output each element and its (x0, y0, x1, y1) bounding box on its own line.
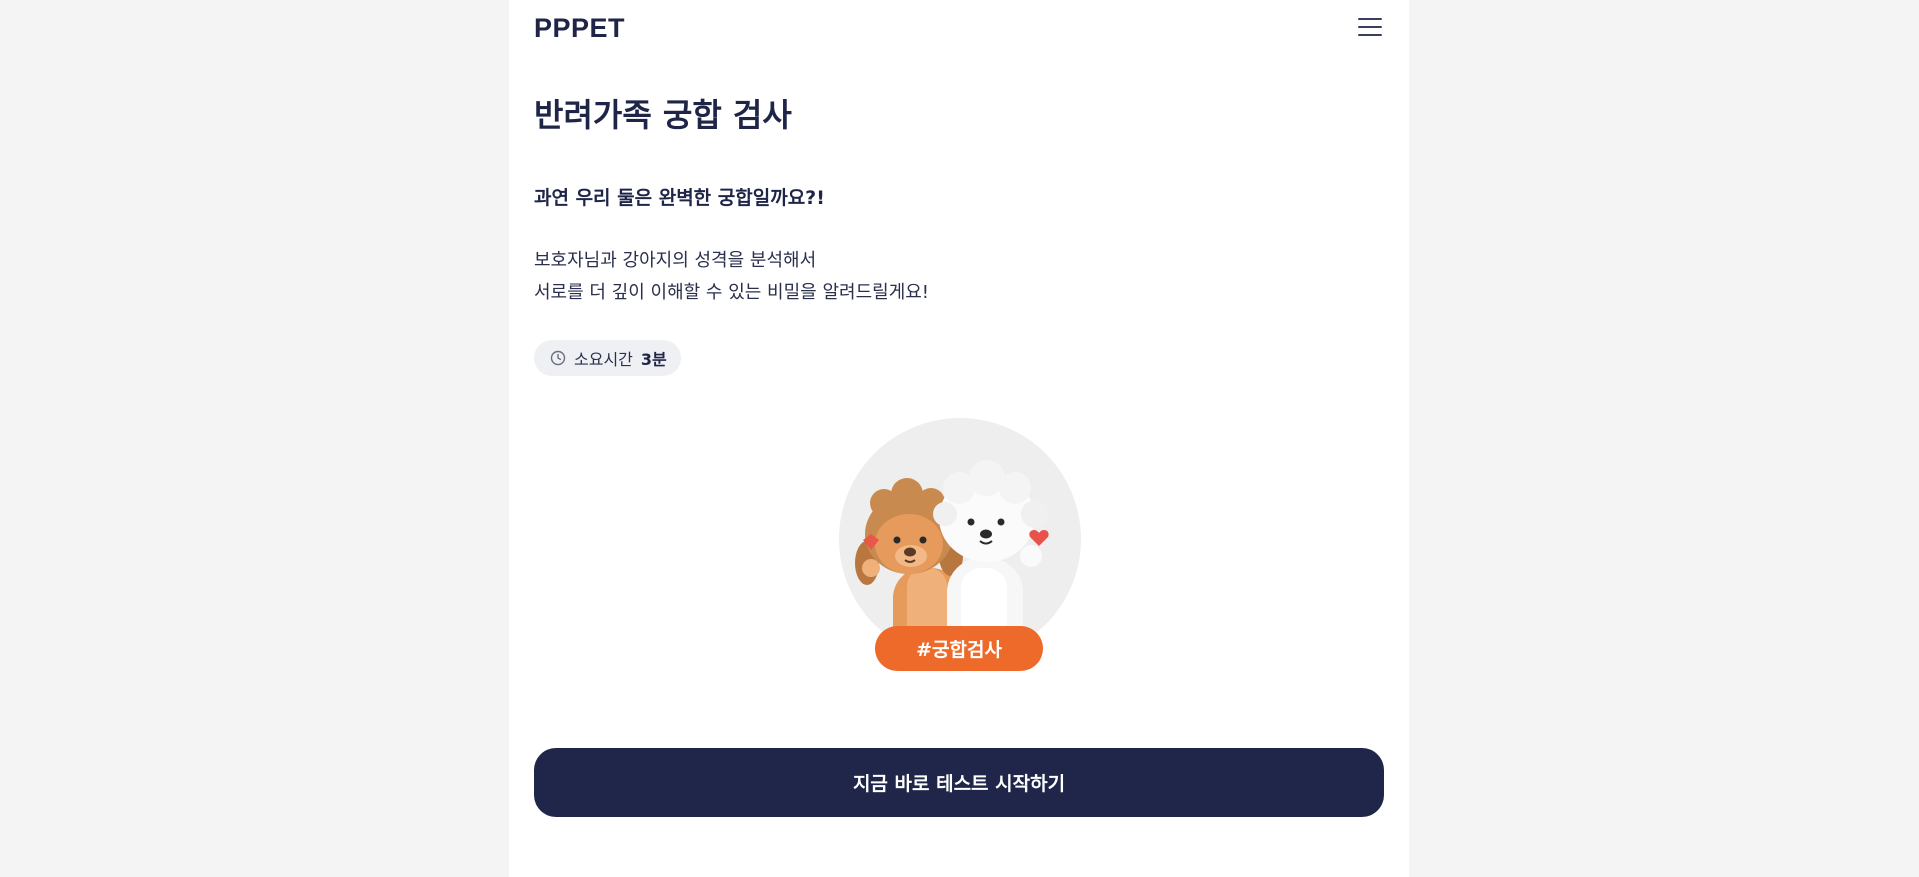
header: PPPET (534, 0, 1384, 56)
page-container: PPPET 반려가족 궁합 검사 과연 우리 둘은 완벽한 궁합일까요?! 보호… (509, 0, 1409, 877)
duration-value: 3분 (640, 350, 667, 369)
page-title: 반려가족 궁합 검사 (534, 96, 792, 134)
page-subtitle: 과연 우리 둘은 완벽한 궁합일까요?! (534, 187, 825, 209)
duration-chip: 소요시간 3분 (534, 340, 681, 376)
logo[interactable]: PPPET (534, 13, 625, 44)
two-puppies-illustration (855, 460, 1049, 660)
description: 보호자님과 강아지의 성격을 분석해서 서로를 더 깊이 이해할 수 있는 비밀… (534, 245, 929, 309)
hero-image (839, 418, 1081, 660)
hashtag-badge: #궁합검사 (875, 626, 1043, 671)
start-test-button[interactable]: 지금 바로 테스트 시작하기 (534, 748, 1384, 817)
clock-icon (550, 350, 566, 366)
duration-label: 소요시간 (574, 350, 633, 369)
description-line: 보호자님과 강아지의 성격을 분석해서 (534, 250, 817, 271)
hamburger-menu-icon[interactable] (1358, 16, 1382, 38)
description-line: 서로를 더 깊이 이해할 수 있는 비밀을 알려드릴게요! (534, 282, 930, 303)
